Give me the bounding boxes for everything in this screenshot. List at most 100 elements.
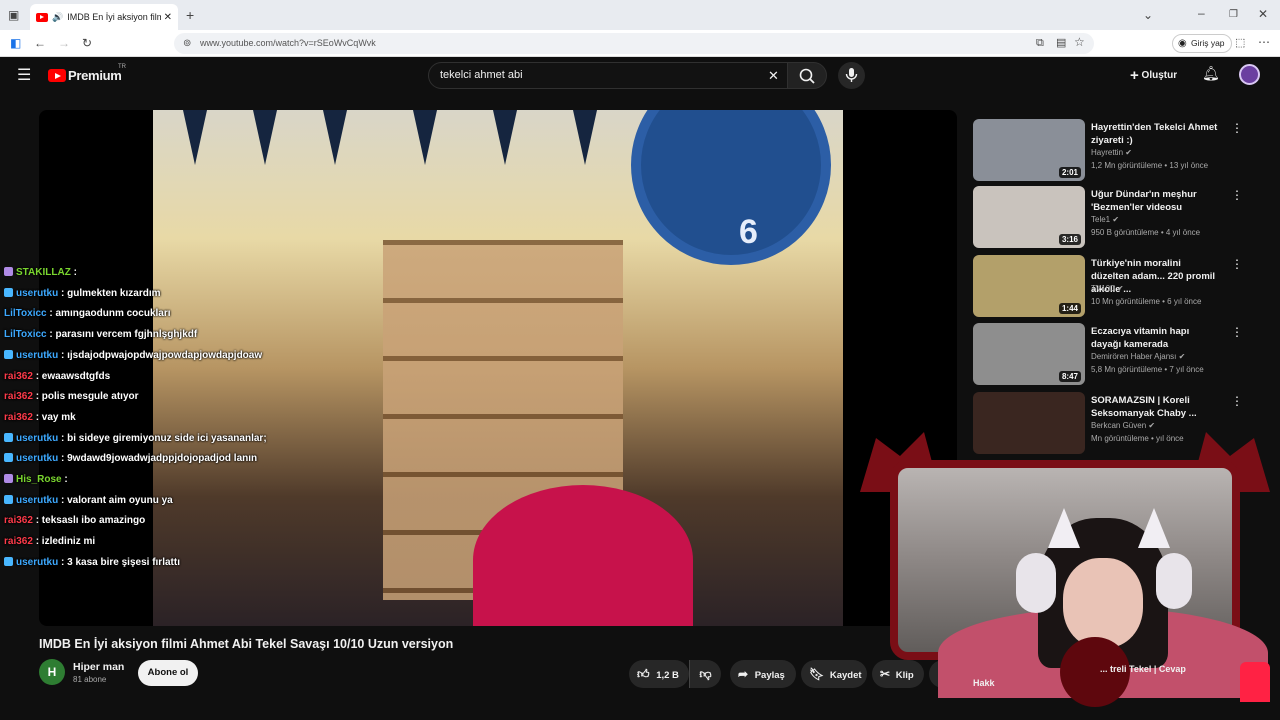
search-button[interactable]: [787, 62, 827, 89]
recommendation-title[interactable]: Eczacıya vitamin hapı dayağı kamerada: [1091, 325, 1219, 351]
chat-username: LilToxicc: [4, 308, 47, 320]
audio-playing-icon[interactable]: 🔊: [52, 12, 63, 23]
chat-text: : izlediniz mi: [35, 536, 96, 548]
account-avatar[interactable]: [1239, 64, 1260, 85]
channel-avatar[interactable]: H: [39, 659, 65, 685]
youtube-premium-logo[interactable]: Premium TR: [48, 64, 126, 83]
youtube-header: ☰ Premium TR tekelci ahmet abi ✕ + Oluşt…: [0, 57, 1280, 93]
chat-badge-icon: [4, 453, 13, 463]
more-options-icon[interactable]: ⋮: [1231, 121, 1243, 135]
more-options-icon[interactable]: ⋮: [1231, 394, 1243, 408]
voice-search-button[interactable]: [838, 62, 865, 89]
new-tab-icon[interactable]: +: [186, 8, 194, 22]
chat-username: STAKILLAZ: [16, 267, 71, 278]
like-button[interactable]: 👍︎ 1,2 B: [629, 660, 689, 688]
pennant-decoration: [183, 110, 207, 165]
chat-message: userutku : bi sideye giremiyonuz side ic…: [4, 429, 324, 450]
search-input[interactable]: tekelci ahmet abi ✕: [428, 62, 788, 89]
more-options-icon[interactable]: ⋮: [1231, 325, 1243, 339]
chat-badge-icon: [4, 556, 13, 566]
chat-text: : amıngaodunm cocukları: [49, 308, 171, 320]
chat-username: userutku: [16, 453, 59, 465]
notifications-bell-icon[interactable]: 🔔︎: [1202, 65, 1220, 82]
channel-name[interactable]: Hiper man: [73, 661, 124, 673]
recommendation-item[interactable]: 8:47 Eczacıya vitamin hapı dayağı kamerad…: [973, 321, 1263, 385]
verified-check-icon: ✔: [1125, 148, 1132, 157]
cat-ear-right: [1138, 508, 1170, 548]
tab-close-icon[interactable]: ✕: [164, 12, 172, 23]
recommendation-channel[interactable]: Tele1 ✔: [1091, 215, 1119, 224]
wall-clock: 6: [631, 110, 831, 265]
extensions-icon[interactable]: ⬚: [1235, 36, 1245, 50]
chat-badge-icon: [4, 287, 13, 297]
microphone-icon: [845, 68, 858, 82]
pennant-decoration: [493, 110, 517, 165]
recommendation-title[interactable]: Hayrettin'den Tekelci Ahmet ziyareti :): [1091, 121, 1219, 147]
browser-tab[interactable]: 🔊 IMDB En İyi aksiyon filmi Ah ✕: [30, 4, 178, 30]
clear-search-icon[interactable]: ✕: [768, 63, 779, 88]
chat-text: : gulmekten kızardım: [61, 287, 161, 299]
sidebar-toggle-icon[interactable]: ◧: [10, 36, 21, 50]
refresh-icon[interactable]: ↻: [82, 36, 92, 50]
chat-badge-icon: [4, 432, 13, 442]
dislike-button[interactable]: 👎︎: [689, 660, 721, 688]
chat-username: rai362: [4, 411, 33, 423]
picture-in-picture-icon[interactable]: ⧉: [1036, 36, 1044, 50]
chat-message: LilToxicc : amıngaodunm cocukları: [4, 304, 324, 325]
recommendation-item[interactable]: 3:16 Uğur Dündar'ın meşhur 'Bezmen'ler vi…: [973, 184, 1263, 248]
recommendation-title[interactable]: Uğur Dündar'ın meşhur 'Bezmen'ler videos…: [1091, 188, 1219, 214]
back-icon[interactable]: ←: [34, 36, 46, 50]
share-button[interactable]: ➦ Paylaş: [730, 660, 796, 688]
verified-check-icon: ✔: [1148, 421, 1156, 430]
save-button[interactable]: 🔖︎ Kaydet: [801, 660, 867, 688]
recommendation-thumbnail[interactable]: 8:47: [973, 323, 1085, 385]
subscriber-count: 81 abone: [73, 675, 107, 684]
recommendation-channel[interactable]: Berkcan Güven ✔: [1091, 421, 1155, 430]
hamburger-menu-icon[interactable]: ☰: [17, 65, 31, 85]
site-info-icon[interactable]: ⊚: [183, 33, 191, 54]
recommendation-title[interactable]: SORAMAZSIN | Koreli Seksomanyak Chaby ..…: [1091, 394, 1219, 420]
pennant-decoration: [413, 110, 437, 165]
video-duration: 2:01: [1058, 167, 1081, 178]
sign-in-button[interactable]: ◉ Giriş yap: [1172, 34, 1232, 53]
chat-text: : parasını vercem fgjhnlşghjkdf: [49, 329, 198, 341]
recommendation-channel[interactable]: Hayrettin ✔: [1091, 148, 1132, 157]
youtube-logo-icon: [48, 69, 66, 82]
forward-icon[interactable]: →: [58, 36, 70, 50]
chat-message: userutku : 9wdawd9jowadwjadppjdojopadjod…: [4, 449, 324, 470]
chat-text: : 9wdawd9jowadwjadppjdojopadjod lanın: [61, 453, 258, 465]
tab-actions-icon[interactable]: ▣: [8, 8, 19, 22]
more-options-icon[interactable]: ⋮: [1231, 257, 1243, 271]
tab-search-chevron-icon[interactable]: ⌄: [1143, 8, 1153, 22]
thumbs-up-icon: 👍︎: [637, 667, 650, 681]
reader-view-icon[interactable]: ▤: [1056, 36, 1066, 50]
save-label: Kaydet: [829, 670, 862, 681]
browser-menu-icon[interactable]: ⋯: [1258, 35, 1270, 49]
close-window-icon[interactable]: ✕: [1258, 7, 1268, 21]
restore-icon[interactable]: ❐: [1229, 8, 1238, 22]
create-button[interactable]: + Oluştur: [1130, 67, 1177, 84]
chat-text: : 3 kasa bire şişesi fırlattı: [61, 556, 180, 568]
minimize-icon[interactable]: –: [1198, 6, 1205, 20]
verified-check-icon: ✔: [1178, 352, 1186, 361]
recommendation-meta: 950 B görüntüleme • 4 yıl önce: [1091, 228, 1201, 237]
chat-message: rai362 : vay mk: [4, 408, 324, 429]
search-icon: [799, 68, 815, 84]
chat-message: userutku : valorant aim oyunu ya: [4, 491, 324, 512]
person-red-jacket: [473, 485, 693, 626]
url-field[interactable]: ⊚ www.youtube.com/watch?v=rSEoWvCqWvk: [174, 33, 1094, 54]
plus-icon: +: [1130, 67, 1139, 84]
recommendation-thumbnail[interactable]: 3:16: [973, 186, 1085, 248]
subscribe-button[interactable]: Abone ol: [138, 660, 198, 686]
more-options-icon[interactable]: ⋮: [1231, 188, 1243, 202]
recommendation-thumbnail[interactable]: 2:01: [973, 119, 1085, 181]
browser-tab-bar: ▣ 🔊 IMDB En İyi aksiyon filmi Ah ✕ + ⌄ –…: [0, 0, 1280, 30]
favorite-star-icon[interactable]: ☆: [1074, 35, 1085, 49]
chat-badge-icon: [4, 474, 13, 484]
recommendation-meta: 1,2 Mn görüntüleme • 13 yıl önce: [1091, 161, 1209, 170]
recommendation-channel[interactable]: Demirören Haber Ajansı ✔: [1091, 352, 1185, 361]
recommendation-item[interactable]: 2:01 Hayrettin'den Tekelci Ahmet ziyareti…: [973, 117, 1263, 181]
recommendation-channel[interactable]: TV100 ✔: [1091, 284, 1124, 293]
recommendation-thumbnail[interactable]: 1:44: [973, 255, 1085, 317]
recommendation-item[interactable]: 1:44 Türkiye'nin moralini düzelten adam..…: [973, 253, 1263, 317]
